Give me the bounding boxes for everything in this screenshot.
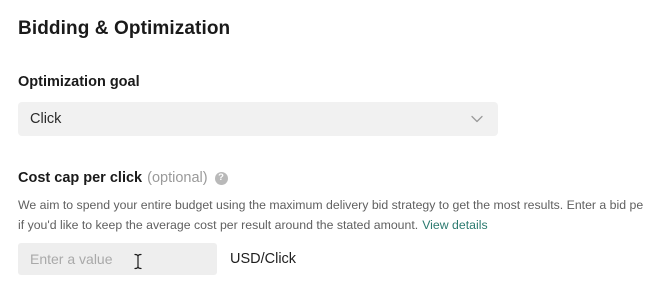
view-details-link[interactable]: View details (422, 218, 487, 232)
cost-cap-value-input[interactable] (18, 243, 217, 275)
chevron-down-icon (470, 112, 484, 126)
unit-label: USD/Click (230, 251, 297, 267)
text-cursor-icon (134, 253, 142, 270)
cost-cap-label-row: Cost cap per click (optional) ? (18, 170, 228, 186)
optional-tag: (optional) (147, 170, 208, 186)
description-line-2: if you'd like to keep the average cost p… (18, 218, 419, 232)
optimization-goal-selected-value: Click (30, 111, 62, 127)
optimization-goal-select[interactable]: Click (18, 102, 498, 136)
cost-cap-description: We aim to spend your entire budget using… (18, 195, 650, 235)
optimization-goal-label: Optimization goal (18, 74, 140, 90)
description-line-2-row: if you'd like to keep the average cost p… (18, 215, 650, 235)
cost-cap-label: Cost cap per click (18, 170, 143, 186)
section-title: Bidding & Optimization (18, 18, 231, 39)
question-mark-icon[interactable]: ? (214, 171, 228, 185)
bidding-optimization-panel: Bidding & Optimization Optimization goal… (0, 0, 650, 287)
description-line-1: We aim to spend your entire budget using… (18, 198, 644, 212)
